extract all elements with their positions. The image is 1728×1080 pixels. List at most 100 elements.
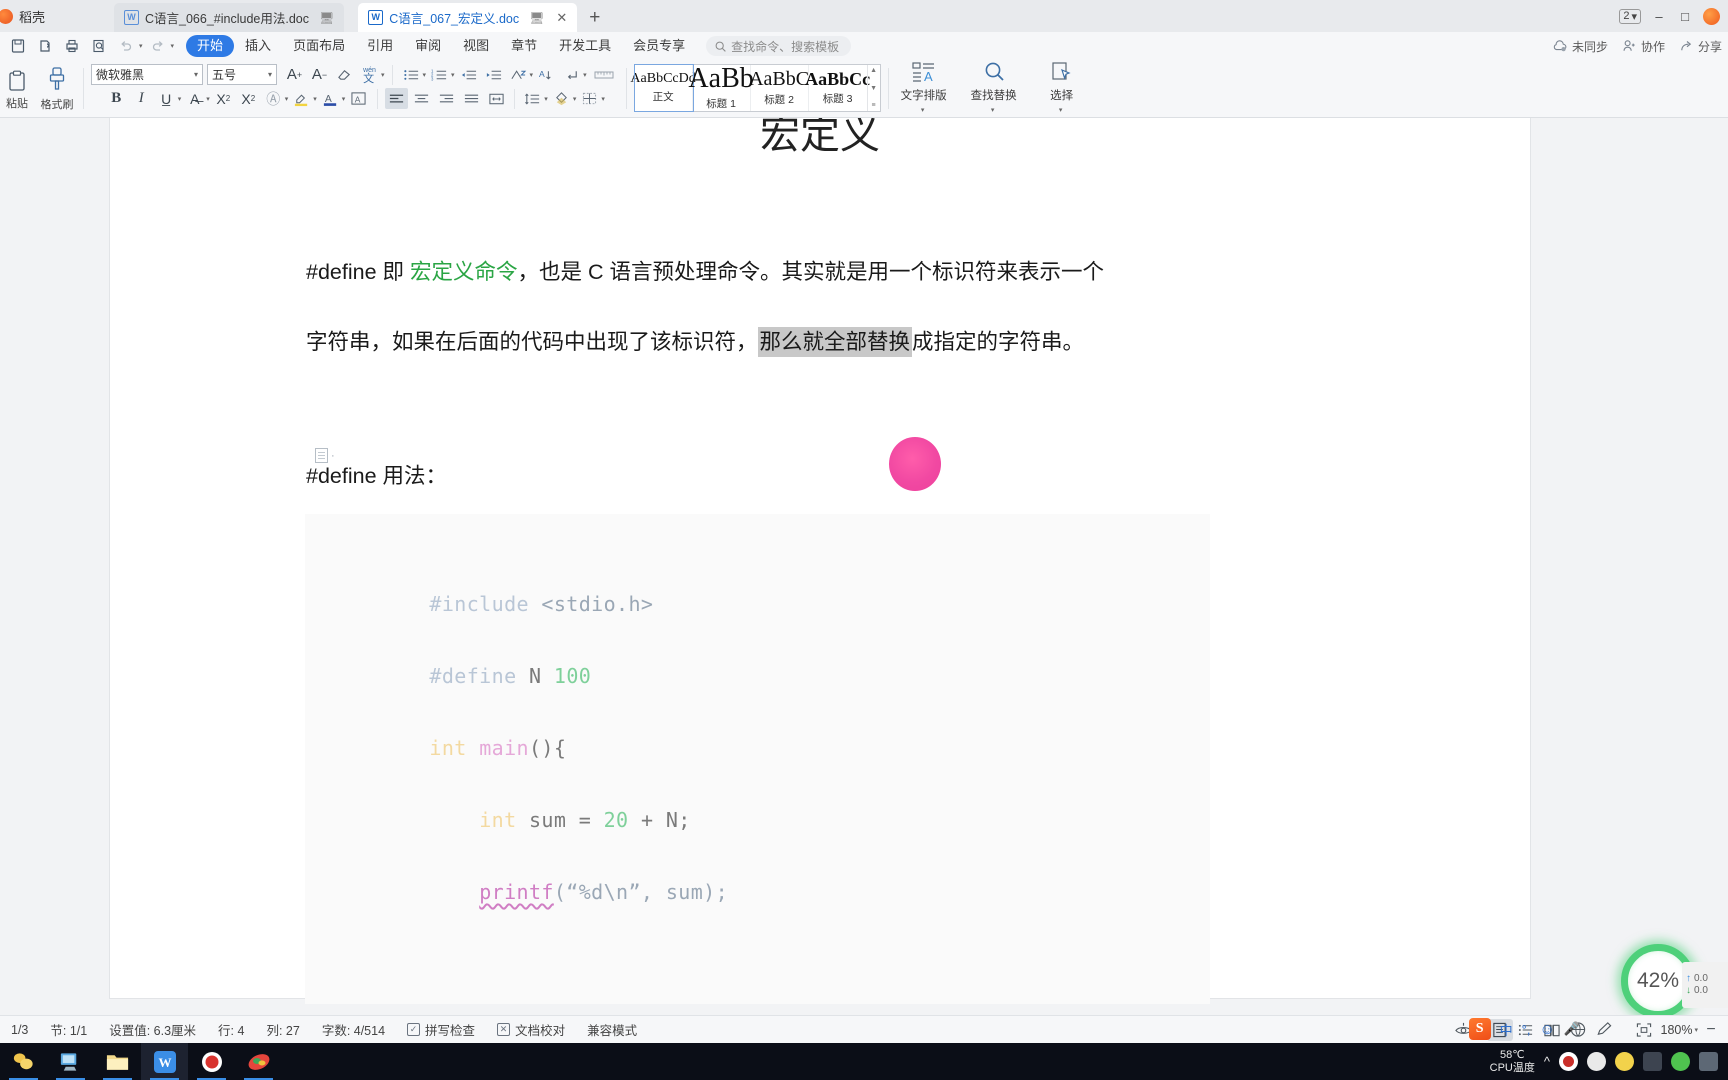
select-button[interactable]: 选择 ▾ [1030,60,1094,114]
paragraph-mark-indicator[interactable]: · [315,448,335,463]
status-row[interactable]: 行: 4 [207,1020,255,1039]
chevron-up-icon[interactable]: ^ [1544,1054,1550,1069]
subscript-icon[interactable]: X2 [237,88,260,109]
close-window-icon[interactable] [1703,7,1720,25]
code-block[interactable]: #include <stdio.h> #define N 100 int mai… [305,514,1210,1004]
docer-entry[interactable]: 稻壳 [0,0,96,32]
underline-icon[interactable]: U̲ [155,88,178,109]
menu-tab-page-layout[interactable]: 页面布局 [282,35,356,57]
highlight-dropdown-icon[interactable]: ▾ [313,95,317,103]
underline-dropdown-icon[interactable]: ▾ [178,95,182,103]
shield-icon[interactable] [1615,1052,1634,1071]
style-normal[interactable]: AaBbCcDd 正文 [630,64,696,112]
zoom-level-label[interactable]: 180% [1657,1023,1697,1037]
print-icon[interactable] [60,35,84,57]
select-dropdown-icon[interactable]: ▾ [1059,106,1063,114]
superscript-icon[interactable]: X2 [212,88,235,109]
show-marks-dropdown-icon[interactable]: ▾ [583,71,587,79]
styles-more-icon[interactable]: ≡ [872,102,876,109]
style-heading-2[interactable]: AaBbC 标题 2 [749,65,809,111]
sort-dropdown-icon[interactable]: ▾ [530,71,534,79]
status-page[interactable]: 1/3 [0,1023,39,1037]
ime-language-mode[interactable]: 中 [1500,1020,1513,1039]
menu-tab-start[interactable]: 开始 [186,35,235,57]
font-color-dropdown-icon[interactable]: ▾ [342,95,346,103]
undo-icon[interactable] [114,35,138,57]
status-section[interactable]: 节: 1/1 [39,1020,98,1039]
scroll-down-icon[interactable]: ▼ [870,85,877,92]
bullet-list-icon[interactable] [400,64,423,85]
tab-count-badge[interactable]: 2 ▾ [1619,8,1641,24]
style-heading-3[interactable]: AaBbCc 标题 3 [805,65,870,111]
sogou-logo-icon[interactable]: S [1468,1018,1491,1040]
face-icon[interactable] [1587,1052,1606,1071]
menu-tab-member[interactable]: 会员专享 [622,35,696,57]
borders-icon[interactable] [578,88,601,109]
command-search-box[interactable]: 查找命令、搜索模板 [706,36,852,56]
increase-indent-icon[interactable] [482,64,505,85]
taskbar-app-colorful[interactable] [235,1043,282,1080]
font-size-combo[interactable]: 五号 ▾ [207,64,277,85]
fit-page-icon[interactable] [1631,1019,1657,1041]
paragraph-1[interactable]: #define 即 宏定义命令，也是 C 语言预处理命令。其实就是用一个标识符来… [306,261,1104,284]
new-tab-button[interactable]: + [577,7,612,32]
styles-scrollbar[interactable]: ▲ ▼ ≡ [866,65,880,111]
status-word-count[interactable]: 字数: 4/514 [311,1020,396,1039]
customize-qat-icon[interactable]: ▾ [171,42,175,50]
status-setting-value[interactable]: 设置值: 6.3厘米 [98,1020,207,1039]
maximize-icon[interactable]: □ [1677,9,1693,24]
find-replace-button[interactable]: 查找替换 ▾ [962,60,1026,114]
print-preview-icon[interactable] [33,35,57,57]
distribute-icon[interactable] [485,88,508,109]
minimize-icon[interactable]: – [1651,9,1667,24]
multilevel-list-icon[interactable]: A [535,64,558,85]
format-painter-group[interactable]: 格式刷 [34,60,80,117]
bullet-dropdown-icon[interactable]: ▾ [423,71,427,79]
font-color-icon[interactable]: A [319,88,342,109]
shading-icon[interactable] [550,88,573,109]
sort-icon[interactable] [507,64,530,85]
menu-tab-view[interactable]: 视图 [452,35,500,57]
character-border-icon[interactable]: A [347,88,370,109]
collaborate-button[interactable]: 协作 [1622,38,1665,55]
paste-icon[interactable] [6,67,29,95]
shrink-font-icon[interactable]: A − [308,64,331,85]
network-icon[interactable] [1699,1052,1718,1071]
highlight-color-icon[interactable] [290,88,313,109]
taskbar-app-file-explorer[interactable] [94,1043,141,1080]
borders-dropdown-icon[interactable]: ▾ [601,95,605,103]
taskbar-app-wps-office[interactable]: W [141,1043,188,1080]
numbered-list-icon[interactable]: 123 [428,64,451,85]
text-effects-dropdown-icon[interactable]: ▾ [285,95,289,103]
document-tab-1[interactable]: W C语言_066_#include用法.doc 🖥 [114,3,345,32]
align-center-icon[interactable] [410,88,433,109]
document-scroll-area[interactable]: 宏定义 #define 即 宏定义命令，也是 C 语言预处理命令。其实就是用一个… [0,118,1728,1015]
ime-voice-icon[interactable]: 🎤 [1564,1021,1580,1037]
scroll-up-icon[interactable]: ▲ [870,67,877,74]
italic-icon[interactable]: I [130,88,153,109]
font-family-combo[interactable]: 微软雅黑 ▾ [91,64,203,85]
show-marks-icon[interactable] [560,64,583,85]
pinyin-dropdown-icon[interactable]: ▾ [381,71,385,79]
zoom-out-button[interactable]: − [1698,1019,1724,1041]
menu-tab-reference[interactable]: 引用 [356,35,404,57]
line-spacing-icon[interactable] [521,88,544,109]
taskbar-app-wechat-files[interactable] [0,1043,47,1080]
pinyin-guide-icon[interactable]: wén 文 [358,64,381,85]
find-icon[interactable] [87,35,111,57]
clear-format-icon[interactable] [333,64,356,85]
strikethrough-dropdown-icon[interactable]: ▾ [206,95,210,103]
status-doc-proof[interactable]: ✕ 文档校对 [486,1020,576,1039]
strikethrough-icon[interactable]: A̶ [183,88,206,109]
ime-indicator[interactable]: S 中 °, ☺ 🎤 [1468,1018,1580,1040]
align-left-icon[interactable] [385,88,409,109]
edit-mode-icon[interactable] [1591,1019,1617,1041]
align-right-icon[interactable] [435,88,458,109]
style-heading-1[interactable]: AaBb 标题 1 [688,65,754,111]
typography-dropdown-icon[interactable]: ▾ [921,106,925,114]
decrease-indent-icon[interactable] [457,64,480,85]
text-effects-icon[interactable]: Ⓐ [262,88,285,109]
typography-button[interactable]: A 文字排版 ▾ [892,60,956,114]
close-icon[interactable]: ✕ [556,10,567,26]
record-icon[interactable] [1559,1052,1578,1071]
